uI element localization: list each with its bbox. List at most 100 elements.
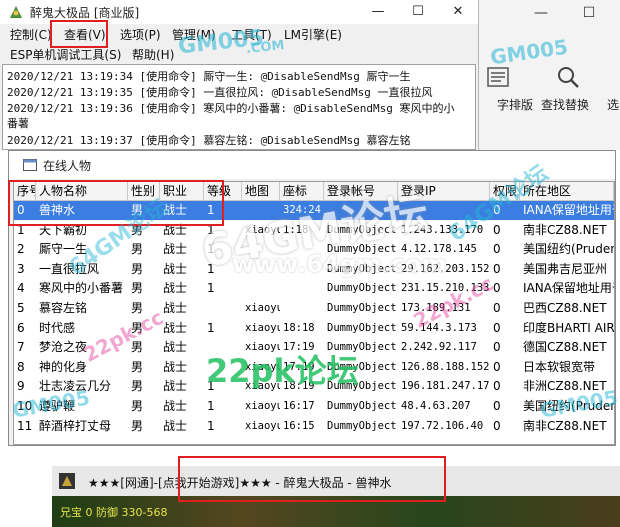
background-minimize-button[interactable]: — bbox=[521, 0, 561, 26]
cell-col-map: xiaoyu bbox=[245, 341, 280, 354]
cell-col-permission: 0 bbox=[493, 320, 501, 335]
header-col-map[interactable]: 地图 bbox=[242, 182, 280, 201]
cell-col-permission: 0 bbox=[493, 340, 501, 355]
cell-col-index: 11 bbox=[17, 418, 33, 433]
cell-col-region: 美国纽约(Prudent bbox=[523, 242, 614, 257]
app-title: 醉鬼大极品 [商业版] bbox=[30, 6, 140, 20]
cell-col-permission: 0 bbox=[493, 222, 501, 237]
cell-col-account: DummyObject bbox=[327, 380, 397, 393]
menu-esp-debug[interactable]: ESP单机调试工具(S) bbox=[10, 46, 121, 63]
cell-col-index: 5 bbox=[17, 301, 25, 315]
menu-tools[interactable]: 工具(T) bbox=[231, 26, 272, 43]
cell-col-coords: 16:15 bbox=[283, 419, 315, 432]
table-row[interactable]: 9 壮志凌云几分 男 战士 1 xiaoyu 18:19 DummyObject 196.181… bbox=[14, 377, 614, 396]
cell-col-class: 战士 bbox=[163, 261, 188, 276]
players-window-title: 在线人物 bbox=[43, 159, 92, 173]
window-icon bbox=[23, 159, 37, 171]
cell-col-gender: 男 bbox=[131, 320, 144, 335]
table-row[interactable]: 2 厮守一生 男 战士 1 DummyObject 4.12.178.145 0 美国纽约(Pr… bbox=[14, 240, 614, 259]
cell-col-region: 德国CZ88.NET bbox=[523, 340, 607, 355]
select-label: 选 bbox=[607, 98, 620, 112]
header-col-coords[interactable]: 座标 bbox=[280, 182, 324, 201]
cell-col-region: 日本软银宽带 bbox=[523, 359, 596, 374]
annotation-box-game-title bbox=[178, 456, 446, 502]
cell-col-coords: 18:19 bbox=[283, 380, 315, 393]
menu-manage[interactable]: 管理(M) bbox=[172, 26, 216, 43]
table-row[interactable]: 5 慕容左铭 男 战士 xiaoyu DummyObject 173.189.131 0 巴西C… bbox=[14, 299, 614, 318]
background-maximize-button[interactable]: ☐ bbox=[569, 0, 609, 26]
cell-col-name: 厮守一生 bbox=[39, 242, 88, 257]
log-panel[interactable]: 2020/12/21 13:19:34 [使用命令] 厮守一生: @Disabl… bbox=[2, 64, 476, 150]
cell-col-region: 非洲CZ88.NET bbox=[523, 379, 607, 394]
cell-col-map bbox=[242, 260, 280, 279]
cell-col-coords: 17:19 bbox=[283, 360, 315, 373]
players-title-bar: 在线人物 bbox=[9, 151, 615, 179]
table-row[interactable]: 4 寒风中的小番薯男 战士 1 DummyObject 231.15.210.133 0 IA… bbox=[14, 279, 614, 298]
cell-col-coords: 1:18 bbox=[283, 223, 309, 236]
cell-col-level: 1 bbox=[207, 379, 215, 394]
cell-col-map: xiaoyu bbox=[245, 321, 280, 334]
table-row[interactable]: 7 梦沧之夜 男 战士 xiaoyu 17:19 DummyObject 2.242.92.1… bbox=[14, 338, 614, 357]
cell-col-region: 巴西CZ88.NET bbox=[523, 301, 607, 315]
cell-col-permission: 0 bbox=[493, 261, 501, 276]
table-row[interactable]: 8 神的化身 男 战士 xiaoyu 17:19 DummyObject 126.88.188… bbox=[14, 358, 614, 377]
maximize-button[interactable]: ☐ bbox=[398, 0, 438, 24]
cell-col-map: xiaoyu bbox=[245, 400, 280, 412]
cell-col-coords: 16:17 bbox=[283, 400, 315, 412]
table-row[interactable]: 3 一直很拉风 男 战士 1 DummyObject 29.162.203.152 0 美国弗吉… bbox=[14, 260, 614, 279]
cell-col-coords bbox=[280, 240, 324, 259]
cell-col-permission: 0 bbox=[493, 301, 501, 315]
cell-col-index: 8 bbox=[17, 359, 25, 374]
close-button[interactable]: ✕ bbox=[438, 0, 478, 24]
cell-col-level bbox=[204, 358, 242, 377]
menu-help[interactable]: 帮助(H) bbox=[132, 46, 174, 63]
table-row[interactable]: 10 遵驴鞭 男 战士 1 xiaoyu 16:17 DummyObject 48.4.63.2… bbox=[14, 397, 614, 416]
find-replace-icon[interactable] bbox=[555, 64, 581, 90]
cell-col-name: 一直很拉风 bbox=[39, 261, 100, 276]
cell-col-account: DummyObject bbox=[327, 341, 397, 354]
log-line: 番薯 bbox=[7, 117, 29, 130]
cell-col-class: 战士 bbox=[163, 281, 188, 296]
cell-col-region: 南非CZ88.NET bbox=[523, 222, 607, 237]
typesetting-icon[interactable] bbox=[485, 64, 511, 90]
cell-col-permission: 0 bbox=[493, 242, 501, 257]
menu-lm-engine[interactable]: LM引擎(E) bbox=[284, 26, 342, 43]
cell-col-level: 1 bbox=[207, 320, 215, 335]
annotation-box-view-menu bbox=[50, 20, 108, 48]
log-line: 2020/12/21 13:19:37 [使用命令] 慕容左铭: @Disabl… bbox=[7, 134, 411, 147]
cell-col-account: DummyObject bbox=[327, 262, 397, 275]
cell-col-coords bbox=[280, 279, 324, 298]
table-row[interactable]: 6 时代感 男 战士 1 xiaoyu 18:18 DummyObject 59.144.3.1… bbox=[14, 319, 614, 338]
header-col-account[interactable]: 登录帐号 bbox=[324, 182, 398, 201]
cell-col-gender: 男 bbox=[131, 261, 144, 276]
app-icon bbox=[10, 6, 22, 18]
cell-col-level: 1 bbox=[207, 281, 215, 296]
cell-col-account: DummyObject bbox=[327, 419, 397, 432]
cell-col-coords: 324:24 bbox=[283, 204, 321, 216]
cell-col-index: 9 bbox=[17, 379, 25, 394]
cell-col-region: 南非CZ88.NET bbox=[523, 418, 607, 433]
cell-col-map bbox=[242, 201, 280, 220]
cell-col-ip: 173.189.131 bbox=[401, 302, 471, 314]
game-app-icon bbox=[59, 473, 75, 489]
menu-options[interactable]: 选项(P) bbox=[120, 26, 161, 43]
menu-control[interactable]: 控制(C) bbox=[10, 26, 52, 43]
minimize-button[interactable]: — bbox=[358, 0, 398, 24]
cell-col-account: DummyObject bbox=[327, 243, 397, 256]
cell-col-level bbox=[204, 338, 242, 357]
header-col-region[interactable]: 所在地区 bbox=[520, 182, 614, 201]
cell-col-class: 战士 bbox=[163, 242, 188, 257]
table-row[interactable]: 11 醉酒梓打丈母 男 战士 1 xiaoyu 16:15 DummyObject 197.72… bbox=[14, 417, 614, 436]
cell-col-class: 战士 bbox=[163, 340, 188, 355]
cell-col-name: 神的化身 bbox=[39, 359, 88, 374]
header-col-ip[interactable]: 登录IP bbox=[398, 182, 490, 201]
cell-col-class: 战士 bbox=[163, 399, 188, 413]
cell-col-account: DummyObject bbox=[327, 282, 397, 295]
log-line: 2020/12/21 13:19:36 [使用命令] 寒风中的小番薯: @Dis… bbox=[7, 102, 455, 115]
header-col-permission[interactable]: 权限 bbox=[490, 182, 520, 201]
cell-col-account: DummyObject bbox=[327, 400, 397, 412]
cell-col-permission: 0 bbox=[493, 379, 501, 394]
cell-col-name: 梦沧之夜 bbox=[39, 340, 88, 355]
cell-col-class: 战士 bbox=[163, 359, 188, 374]
find-replace-label: 查找替换 bbox=[541, 98, 590, 112]
